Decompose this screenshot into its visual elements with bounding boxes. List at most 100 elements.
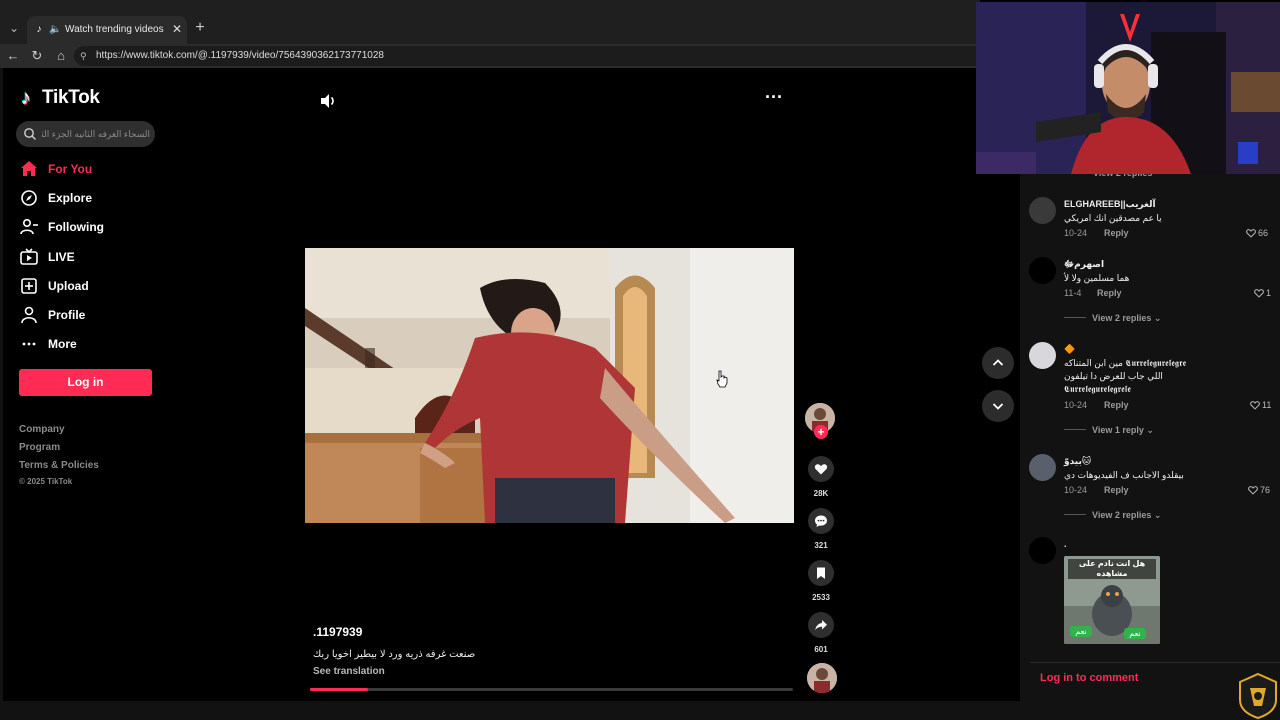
comment-date: 11-4 bbox=[1064, 288, 1082, 298]
heart-icon bbox=[814, 464, 828, 475]
back-icon[interactable]: ← bbox=[5, 48, 21, 64]
view-replies-label: View 2 replies bbox=[1092, 313, 1152, 323]
save-count: 2533 bbox=[812, 593, 830, 602]
sidebar-item-label: LIVE bbox=[48, 250, 75, 264]
footer-link-company[interactable]: Company bbox=[19, 423, 65, 437]
view-replies-link[interactable]: View 2 replies ⌄ bbox=[1064, 312, 1161, 324]
reload-icon[interactable]: ↻ bbox=[29, 48, 45, 64]
video-progress-fill bbox=[310, 688, 368, 691]
comment-text: بيقلدو الاجانب ف الفيديوهات دي bbox=[1064, 470, 1184, 480]
divider-line bbox=[1064, 514, 1086, 515]
webcam-image bbox=[976, 2, 1280, 174]
tiktok-page: ♪ TikTok السحاء الغرفه الثانيه الجزء الث… bbox=[0, 68, 1020, 720]
music-disc-avatar[interactable] bbox=[807, 663, 837, 693]
comment-button[interactable] bbox=[808, 508, 834, 534]
sidebar-item-explore[interactable]: Explore bbox=[19, 186, 159, 210]
tab-list-chevron-icon[interactable]: ⌄ bbox=[6, 20, 22, 36]
audio-playing-icon[interactable]: 🔈 bbox=[49, 23, 61, 37]
url-field[interactable]: ⚲ https://www.tiktok.com/@.1197939/video… bbox=[74, 46, 980, 66]
tab-close-icon[interactable]: ✕ bbox=[170, 22, 184, 36]
chevron-down-icon: ⌄ bbox=[1153, 510, 1162, 520]
comment-avatar[interactable] bbox=[1029, 537, 1056, 564]
sidebar-item-for-you[interactable]: For You bbox=[19, 157, 159, 181]
search-input[interactable]: السحاء الغرفه الثانيه الجزء الثاني... bbox=[16, 121, 155, 147]
chevron-down-icon: ⌄ bbox=[1153, 313, 1162, 323]
login-to-comment-link[interactable]: Log in to comment bbox=[1040, 672, 1138, 684]
comment-author[interactable]: بيدوّ🐱 bbox=[1064, 455, 1091, 467]
channel-logo-badge bbox=[1239, 672, 1277, 720]
page-content: ♪ TikTok السحاء الغرفه الثانيه الجزء الث… bbox=[3, 68, 1020, 701]
comment-text-line-2: اللي جاب للعرض دا تيلفون bbox=[1064, 371, 1163, 381]
comment-sticker-image[interactable]: هل انت نادم على مشاهده نعم نعم bbox=[1064, 556, 1160, 644]
follow-plus-icon[interactable]: + bbox=[814, 425, 828, 439]
tiktok-favicon-icon: ♪ bbox=[36, 24, 42, 35]
sidebar-item-more[interactable]: More bbox=[19, 332, 159, 356]
comment-text: يا عم مصدقين انك امريكي bbox=[1064, 213, 1162, 223]
comment-like-button[interactable]: 1 bbox=[1254, 287, 1271, 299]
comment-text-line-3: 𝕮𝖚𝖗𝖗𝖊𝖑𝖊𝖌𝖚𝖗𝖊𝖑𝖊𝖌𝖗𝖊𝖑𝖊 bbox=[1064, 384, 1131, 394]
new-tab-icon[interactable]: + bbox=[192, 20, 208, 36]
sidebar-item-profile[interactable]: Profile bbox=[19, 303, 159, 327]
login-button[interactable]: Log in bbox=[19, 369, 152, 396]
site-info-icon[interactable]: ⚲ bbox=[80, 49, 92, 63]
sticker-caption: هل انت نادم على مشاهده bbox=[1068, 559, 1156, 579]
tiktok-note-icon: ♪ bbox=[21, 87, 31, 109]
more-options-icon[interactable]: ··· bbox=[764, 88, 784, 110]
share-button[interactable] bbox=[808, 612, 834, 638]
previous-video-button[interactable] bbox=[982, 347, 1014, 379]
divider-line bbox=[1064, 429, 1086, 430]
comment-icon bbox=[815, 515, 827, 527]
heart-outline-icon bbox=[1248, 486, 1258, 495]
browser-tab[interactable]: ♪ 🔈 Watch trending videos for yo ✕ bbox=[27, 16, 187, 44]
reply-button[interactable]: Reply bbox=[1104, 484, 1129, 496]
see-translation-link[interactable]: See translation bbox=[313, 665, 385, 679]
comment-like-button[interactable]: 66 bbox=[1246, 227, 1268, 239]
address-bar: ← ↻ ⌂ ⚲ https://www.tiktok.com/@.1197939… bbox=[0, 44, 980, 68]
video-author[interactable]: .1197939 bbox=[313, 624, 362, 640]
sidebar-item-live[interactable]: LIVE bbox=[19, 245, 159, 269]
comment-date: 10-24 bbox=[1064, 400, 1088, 410]
comment-author[interactable]: . bbox=[1064, 538, 1067, 550]
volume-icon[interactable] bbox=[318, 92, 338, 110]
comment-avatar[interactable] bbox=[1029, 257, 1056, 284]
footer-link-program[interactable]: Program bbox=[19, 441, 60, 455]
like-count: 28K bbox=[813, 489, 829, 498]
upload-icon bbox=[21, 278, 37, 294]
heart-outline-icon bbox=[1246, 229, 1256, 238]
comment-author[interactable]: اصهرمﷻ bbox=[1064, 258, 1104, 270]
tiktok-logo[interactable]: ♪ TikTok bbox=[21, 86, 100, 110]
reply-button[interactable]: Reply bbox=[1104, 399, 1129, 411]
browser-tab-bar: ⌄ ♪ 🔈 Watch trending videos for yo ✕ + bbox=[0, 0, 980, 44]
comment-author[interactable]: ELGHAREEB||آلغريب bbox=[1064, 198, 1156, 210]
sidebar-item-upload[interactable]: Upload bbox=[19, 274, 159, 298]
video-progress-bar[interactable] bbox=[310, 688, 793, 691]
like-button[interactable] bbox=[808, 456, 834, 482]
view-replies-label: View 1 reply bbox=[1092, 425, 1144, 435]
webcam-overlay bbox=[976, 2, 1280, 174]
comment-author[interactable]: 🔶 bbox=[1064, 343, 1075, 355]
chevron-up-icon bbox=[992, 359, 1004, 366]
footer-link-terms[interactable]: Terms & Policies bbox=[19, 459, 99, 473]
view-replies-link[interactable]: View 1 reply ⌄ bbox=[1064, 424, 1154, 436]
chevron-down-icon: ⌄ bbox=[1146, 425, 1154, 435]
comment-like-button[interactable]: 11 bbox=[1250, 399, 1271, 411]
sidebar-item-label: For You bbox=[48, 162, 93, 176]
comment-avatar[interactable] bbox=[1029, 454, 1056, 481]
comment-avatar[interactable] bbox=[1029, 197, 1056, 224]
heart-outline-icon bbox=[1254, 289, 1264, 298]
next-video-button[interactable] bbox=[982, 390, 1014, 422]
view-replies-link[interactable]: View 2 replies ⌄ bbox=[1064, 509, 1161, 521]
reply-button[interactable]: Reply bbox=[1097, 287, 1122, 299]
compass-icon bbox=[21, 190, 37, 206]
comment-avatar[interactable] bbox=[1029, 342, 1056, 369]
sticker-yes-label-2: نعم bbox=[1129, 629, 1141, 638]
sidebar-item-label: Following bbox=[48, 220, 104, 234]
comment-like-button[interactable]: 76 bbox=[1248, 484, 1270, 496]
search-icon bbox=[24, 128, 36, 140]
more-dots-icon bbox=[22, 342, 36, 346]
sidebar-item-following[interactable]: Following bbox=[19, 215, 159, 239]
reply-button[interactable]: Reply bbox=[1104, 227, 1129, 239]
save-button[interactable] bbox=[808, 560, 834, 586]
live-icon bbox=[20, 248, 38, 265]
home-icon[interactable]: ⌂ bbox=[53, 48, 69, 64]
